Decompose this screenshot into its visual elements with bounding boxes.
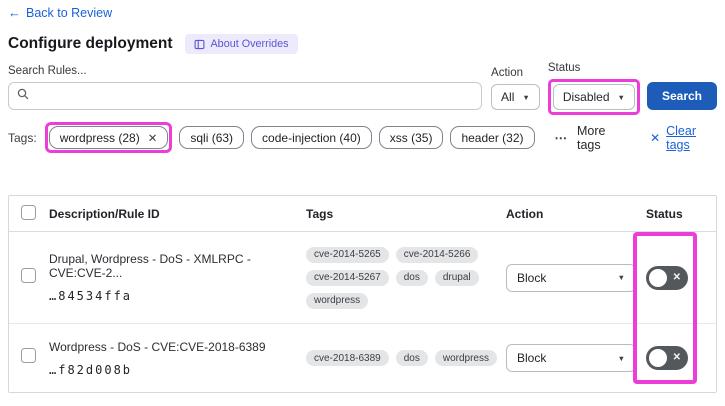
- select-all-checkbox[interactable]: [21, 204, 36, 220]
- rule-tag: dos: [395, 269, 428, 286]
- action-select-value: Block: [517, 270, 547, 285]
- chevron-down-icon: ▼: [617, 353, 625, 363]
- tag-pill-header[interactable]: header (32): [450, 126, 535, 149]
- column-header-tags: Tags: [306, 206, 334, 221]
- tag-pill-wordpress-label: wordpress (28): [59, 130, 140, 145]
- title-row: Configure deployment About Overrides: [8, 34, 725, 54]
- rule-tag: cve-2014-5267: [306, 269, 389, 286]
- status-label: Status: [547, 62, 581, 74]
- tag-pill-sqli[interactable]: sqli (63): [179, 126, 245, 149]
- status-filter-group: Status Disabled ▼: [547, 62, 640, 115]
- clear-x-icon: ✕: [650, 130, 661, 145]
- rule-tag: wordpress: [434, 350, 497, 366]
- search-input[interactable]: [35, 88, 474, 104]
- clear-tags-label: Clear tags: [666, 123, 696, 152]
- chevron-down-icon: ▼: [617, 273, 625, 282]
- more-tags-label: More tags: [577, 123, 606, 152]
- rule-tag: wordpress: [306, 292, 369, 309]
- search-button[interactable]: Search: [646, 82, 717, 110]
- status-dropdown-value: Disabled: [562, 90, 610, 104]
- action-select[interactable]: Block ▼: [506, 344, 636, 372]
- column-header-action: Action: [506, 206, 544, 221]
- configure-deployment-page: ← Back to Review Configure deployment Ab…: [0, 0, 725, 406]
- table-row: Drupal, Wordpress - DoS - XMLRPC - CVE:C…: [9, 232, 716, 324]
- rule-description: Wordpress - DoS - CVE:CVE-2018-6389: [49, 339, 266, 354]
- action-filter-group: Action All ▼: [491, 67, 540, 110]
- row-checkbox[interactable]: [21, 348, 36, 363]
- page-title: Configure deployment: [8, 35, 173, 52]
- chevron-down-icon: ▼: [617, 92, 625, 102]
- status-toggle-off[interactable]: ✕: [646, 265, 688, 290]
- action-dropdown-value: All: [501, 90, 515, 104]
- ellipsis-icon: ⋯: [554, 131, 568, 145]
- toggle-x-icon: ✕: [672, 271, 681, 283]
- action-label: Action: [491, 67, 524, 79]
- rule-tag: drupal: [434, 269, 479, 286]
- column-header-description: Description/Rule ID: [49, 206, 160, 221]
- status-dropdown[interactable]: Disabled ▼: [552, 84, 635, 110]
- book-icon: [194, 39, 205, 50]
- rule-tag: cve-2014-5266: [395, 246, 479, 263]
- action-select-value: Block: [517, 351, 547, 365]
- remove-tag-icon[interactable]: ✕: [148, 131, 158, 145]
- rule-tag: cve-2018-6389: [306, 350, 389, 366]
- toggle-knob: [649, 268, 667, 287]
- rule-tags-cell: cve-2018-6389 dos wordpress: [306, 350, 506, 366]
- tag-pill-xss[interactable]: xss (35): [378, 126, 444, 149]
- toggle-knob: [649, 349, 667, 367]
- filters-row: Search Rules... Action All ▼ Status Disa…: [8, 62, 717, 115]
- clear-tags-button[interactable]: ✕ Clear tags: [650, 124, 717, 152]
- rule-id: …84534ffa: [49, 289, 133, 303]
- tags-label: Tags:: [8, 130, 37, 145]
- wordpress-tag-annotation-box: wordpress (28) ✕: [44, 122, 173, 153]
- more-tags-button[interactable]: ⋯ More tags: [555, 124, 627, 152]
- tag-pill-code-injection[interactable]: code-injection (40): [251, 126, 372, 149]
- search-rules-label: Search Rules...: [8, 65, 87, 77]
- back-link-label: Back to Review: [26, 5, 113, 20]
- tag-pill-wordpress[interactable]: wordpress (28) ✕: [48, 126, 169, 149]
- search-icon: [17, 87, 29, 105]
- table-row: Wordpress - DoS - CVE:CVE-2018-6389 …f82…: [9, 324, 716, 392]
- toggle-x-icon: ✕: [672, 352, 681, 363]
- about-overrides-label: About Overrides: [210, 38, 289, 50]
- action-select[interactable]: Block ▼: [506, 263, 636, 292]
- column-header-status: Status: [646, 206, 683, 221]
- rule-id: …f82d008b: [49, 362, 133, 377]
- status-toggle-off[interactable]: ✕: [646, 346, 688, 370]
- back-to-review-link[interactable]: ← Back to Review: [8, 5, 112, 20]
- status-dropdown-annotation-box: Disabled ▼: [547, 79, 640, 115]
- rule-description: Drupal, Wordpress - DoS - XMLRPC - CVE:C…: [49, 252, 251, 280]
- row-checkbox[interactable]: [21, 267, 36, 283]
- rule-description-cell: Drupal, Wordpress - DoS - XMLRPC - CVE:C…: [49, 252, 306, 303]
- action-dropdown[interactable]: All ▼: [491, 84, 540, 110]
- tags-bar: Tags: wordpress (28) ✕ sqli (63) code-in…: [8, 122, 717, 153]
- search-input-box[interactable]: [8, 82, 483, 110]
- rules-table: Description/Rule ID Tags Action Status D…: [8, 195, 717, 393]
- search-group: Search Rules...: [8, 65, 483, 110]
- table-header-row: Description/Rule ID Tags Action Status: [9, 196, 716, 232]
- about-overrides-badge[interactable]: About Overrides: [185, 34, 298, 54]
- chevron-down-icon: ▼: [522, 92, 530, 102]
- back-arrow-icon: ←: [8, 5, 21, 20]
- rule-tags-cell: cve-2014-5265 cve-2014-5266 cve-2014-526…: [306, 246, 506, 309]
- rule-description-cell: Wordpress - DoS - CVE:CVE-2018-6389 …f82…: [49, 340, 306, 377]
- rule-tag: cve-2014-5265: [306, 246, 389, 263]
- rule-tag: dos: [395, 350, 428, 366]
